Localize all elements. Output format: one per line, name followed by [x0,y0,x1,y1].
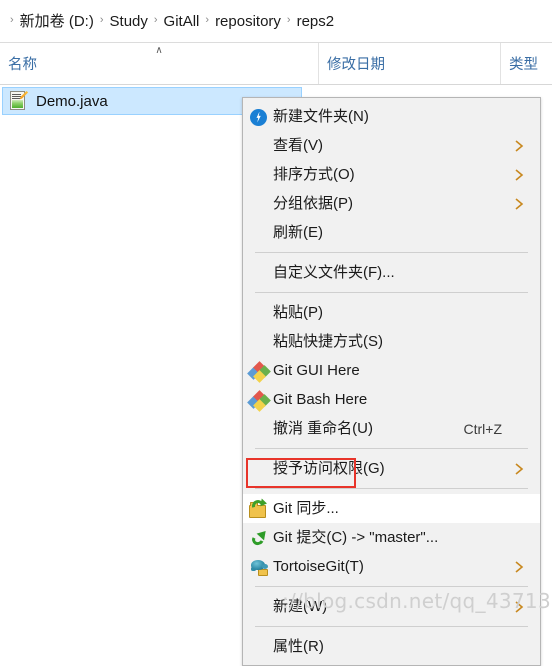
chevron-right-icon [514,560,524,574]
menu-separator [255,586,528,587]
menu-item-label: 撤消 重命名(U) [273,420,373,437]
menu-item[interactable]: 新建文件夹(N) [243,102,540,131]
menu-item-label: 查看(V) [273,137,323,154]
menu-item[interactable]: TortoiseGit(T) [243,552,540,581]
menu-icon-placeholder [247,192,271,216]
breadcrumb-separator-icon: › [99,13,104,26]
menu-item[interactable]: 属性(R) [243,632,540,661]
menu-item[interactable]: 粘贴(P) [243,298,540,327]
file-name-label: Demo.java [36,92,108,110]
menu-item-label: 新建(W) [273,598,328,615]
menu-item-label: Git 同步... [273,500,339,517]
breadcrumb-separator-icon: › [153,13,158,26]
menu-item[interactable]: 分组依据(P) [243,189,540,218]
breadcrumb-bar[interactable]: › 新加卷 (D:) › Study › GitAll › repository › reps2 [0,0,552,43]
new-folder-icon [247,105,271,129]
breadcrumb-separator-icon: › [205,13,210,26]
breadcrumb-item[interactable]: GitAll [164,14,200,29]
breadcrumb-item[interactable]: repository [215,14,281,29]
menu-icon-placeholder [247,417,271,441]
breadcrumb-item[interactable]: 新加卷 (D:) [20,14,94,29]
menu-icon-placeholder [247,635,271,659]
menu-item-label: 授予访问权限(G) [273,460,385,477]
menu-item[interactable]: Git GUI Here [243,356,540,385]
chevron-right-icon [514,197,524,211]
menu-item[interactable]: 排序方式(O) [243,160,540,189]
menu-item-label: TortoiseGit(T) [273,558,364,575]
chevron-right-icon [514,462,524,476]
menu-separator [255,626,528,627]
menu-separator [255,488,528,489]
menu-separator [255,448,528,449]
menu-item[interactable]: Git 提交(C) -> "master"... [243,523,540,552]
breadcrumb-item[interactable]: reps2 [297,14,335,29]
menu-icon-placeholder [247,134,271,158]
menu-item-label: 粘贴快捷方式(S) [273,333,383,350]
menu-item-shortcut: Ctrl+Z [463,420,503,437]
column-header-type[interactable]: 类型 [500,43,552,84]
menu-item-label: 分组依据(P) [273,195,353,212]
menu-item[interactable]: 粘贴快捷方式(S) [243,327,540,356]
context-menu[interactable]: 新建文件夹(N) 查看(V) 排序方式(O) 分组依据(P) 刷新(E) 自定义文件夹(F… [242,97,541,666]
menu-item[interactable]: 撤消 重命名(U) Ctrl+Z [243,414,540,443]
menu-separator [255,292,528,293]
menu-item[interactable]: 授予访问权限(G) [243,454,540,483]
breadcrumb-item[interactable]: Study [110,14,148,29]
menu-item-label: 新建文件夹(N) [273,108,369,125]
menu-icon-placeholder [247,595,271,619]
java-file-icon [9,91,28,111]
column-header-type-label: 类型 [509,57,538,73]
menu-icon-placeholder [247,261,271,285]
menu-item[interactable]: 新建(W) [243,592,540,621]
menu-item-label: 自定义文件夹(F)... [273,264,395,281]
menu-icon-placeholder [247,221,271,245]
chevron-right-icon [514,139,524,153]
menu-separator [255,252,528,253]
chevron-right-icon [514,168,524,182]
menu-item-label: 排序方式(O) [273,166,355,183]
breadcrumb-separator-icon: › [10,13,14,26]
sort-ascending-indicator-icon: ∧ [155,45,163,56]
menu-icon-placeholder [247,163,271,187]
git-sync-icon [247,497,271,521]
menu-item[interactable]: 查看(V) [243,131,540,160]
menu-item-label: Git GUI Here [273,362,360,379]
git-diamonds-icon [247,388,271,412]
menu-icon-placeholder [247,301,271,325]
tortoise-icon [247,555,271,579]
column-header-name-label: 名称 [8,57,37,73]
menu-item[interactable]: 自定义文件夹(F)... [243,258,540,287]
menu-item[interactable]: Git Bash Here [243,385,540,414]
git-commit-icon [247,526,271,550]
column-header-row: 名称 修改日期 类型 [0,43,552,85]
column-header-date-modified[interactable]: 修改日期 [318,43,500,84]
menu-item-label: 刷新(E) [273,224,323,241]
git-diamonds-icon [247,359,271,383]
menu-item-label: Git Bash Here [273,391,368,408]
menu-item[interactable]: Git 同步... [243,494,540,523]
menu-item[interactable]: 刷新(E) [243,218,540,247]
column-header-date-modified-label: 修改日期 [327,57,385,73]
menu-item-label: 属性(R) [273,638,324,655]
chevron-right-icon [514,600,524,614]
menu-icon-placeholder [247,330,271,354]
breadcrumb-separator-icon: › [286,13,291,26]
menu-icon-placeholder [247,457,271,481]
menu-item-label: Git 提交(C) -> "master"... [273,529,439,546]
menu-item-label: 粘贴(P) [273,304,323,321]
